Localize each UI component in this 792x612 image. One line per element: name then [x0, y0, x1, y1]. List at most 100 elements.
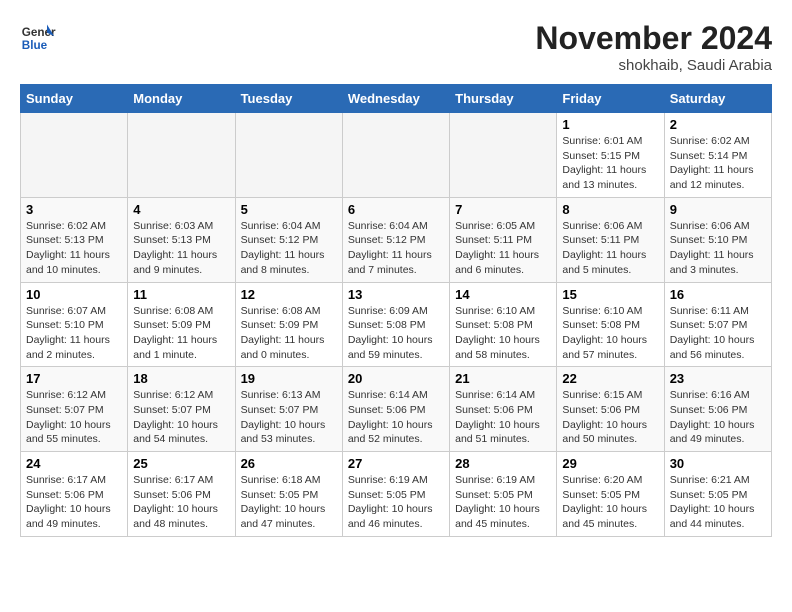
title-block: November 2024 shokhaib, Saudi Arabia: [535, 20, 772, 74]
calendar-cell: 23 Sunrise: 6:16 AM Sunset: 5:06 PM Dayli…: [664, 367, 771, 452]
day-info: Sunrise: 6:06 AM Sunset: 5:11 PM Dayligh…: [562, 219, 658, 278]
calendar-cell: 29Sunrise: 6:20 AM Sunset: 5:05 PM Dayli…: [557, 452, 664, 537]
calendar-cell: 18Sunrise: 6:12 AM Sunset: 5:07 PM Dayli…: [128, 367, 235, 452]
day-number: 23: [670, 371, 766, 386]
calendar-cell: [450, 113, 557, 198]
day-number: 28: [455, 456, 551, 471]
calendar-cell: 11 Sunrise: 6:08 AM Sunset: 5:09 PM Dayli…: [128, 282, 235, 367]
day-info: Sunrise: 6:04 AM Sunset: 5:12 PM Dayligh…: [348, 219, 444, 278]
calendar-cell: 28 Sunrise: 6:19 AM Sunset: 5:05 PM Dayli…: [450, 452, 557, 537]
day-number: 16: [670, 287, 766, 302]
day-number: 4: [133, 202, 229, 217]
calendar-cell: 13Sunrise: 6:09 AM Sunset: 5:08 PM Dayli…: [342, 282, 449, 367]
day-info: Sunrise: 6:08 AM Sunset: 5:09 PM Dayligh…: [241, 304, 337, 363]
calendar-cell: 9 Sunrise: 6:06 AM Sunset: 5:10 PM Daylig…: [664, 197, 771, 282]
day-number: 17: [26, 371, 122, 386]
day-info: Sunrise: 6:03 AM Sunset: 5:13 PM Dayligh…: [133, 219, 229, 278]
weekday-header-saturday: Saturday: [664, 85, 771, 113]
day-info: Sunrise: 6:16 AM Sunset: 5:06 PM Dayligh…: [670, 388, 766, 447]
day-number: 18: [133, 371, 229, 386]
day-number: 1: [562, 117, 658, 132]
day-number: 3: [26, 202, 122, 217]
calendar-cell: 8 Sunrise: 6:06 AM Sunset: 5:11 PM Daylig…: [557, 197, 664, 282]
calendar-cell: 17Sunrise: 6:12 AM Sunset: 5:07 PM Dayli…: [21, 367, 128, 452]
calendar-cell: [128, 113, 235, 198]
calendar-week-4: 17Sunrise: 6:12 AM Sunset: 5:07 PM Dayli…: [21, 367, 772, 452]
calendar-cell: 21 Sunrise: 6:14 AM Sunset: 5:06 PM Dayli…: [450, 367, 557, 452]
day-info: Sunrise: 6:13 AM Sunset: 5:07 PM Dayligh…: [241, 388, 337, 447]
calendar-cell: [342, 113, 449, 198]
calendar-cell: 20 Sunrise: 6:14 AM Sunset: 5:06 PM Dayli…: [342, 367, 449, 452]
day-number: 15: [562, 287, 658, 302]
calendar-cell: 3 Sunrise: 6:02 AM Sunset: 5:13 PM Daylig…: [21, 197, 128, 282]
calendar-cell: 19 Sunrise: 6:13 AM Sunset: 5:07 PM Dayli…: [235, 367, 342, 452]
day-info: Sunrise: 6:19 AM Sunset: 5:05 PM Dayligh…: [455, 473, 551, 532]
day-number: 25: [133, 456, 229, 471]
day-info: Sunrise: 6:04 AM Sunset: 5:12 PM Dayligh…: [241, 219, 337, 278]
calendar-cell: 4 Sunrise: 6:03 AM Sunset: 5:13 PM Daylig…: [128, 197, 235, 282]
day-info: Sunrise: 6:14 AM Sunset: 5:06 PM Dayligh…: [348, 388, 444, 447]
day-number: 5: [241, 202, 337, 217]
calendar-cell: 1 Sunrise: 6:01 AM Sunset: 5:15 PM Daylig…: [557, 113, 664, 198]
calendar-cell: [21, 113, 128, 198]
calendar-cell: 22Sunrise: 6:15 AM Sunset: 5:06 PM Dayli…: [557, 367, 664, 452]
calendar-cell: 14 Sunrise: 6:10 AM Sunset: 5:08 PM Dayli…: [450, 282, 557, 367]
day-info: Sunrise: 6:09 AM Sunset: 5:08 PM Dayligh…: [348, 304, 444, 363]
page-header: General Blue November 2024 shokhaib, Sau…: [20, 20, 772, 74]
day-info: Sunrise: 6:08 AM Sunset: 5:09 PM Dayligh…: [133, 304, 229, 363]
logo: General Blue: [20, 20, 56, 56]
calendar-header-row: SundayMondayTuesdayWednesdayThursdayFrid…: [21, 85, 772, 113]
day-number: 7: [455, 202, 551, 217]
day-number: 19: [241, 371, 337, 386]
day-info: Sunrise: 6:21 AM Sunset: 5:05 PM Dayligh…: [670, 473, 766, 532]
day-number: 10: [26, 287, 122, 302]
day-number: 30: [670, 456, 766, 471]
day-number: 26: [241, 456, 337, 471]
day-info: Sunrise: 6:14 AM Sunset: 5:06 PM Dayligh…: [455, 388, 551, 447]
day-number: 20: [348, 371, 444, 386]
day-info: Sunrise: 6:05 AM Sunset: 5:11 PM Dayligh…: [455, 219, 551, 278]
day-number: 21: [455, 371, 551, 386]
calendar-cell: 6 Sunrise: 6:04 AM Sunset: 5:12 PM Daylig…: [342, 197, 449, 282]
day-info: Sunrise: 6:10 AM Sunset: 5:08 PM Dayligh…: [562, 304, 658, 363]
weekday-header-wednesday: Wednesday: [342, 85, 449, 113]
calendar-week-2: 3 Sunrise: 6:02 AM Sunset: 5:13 PM Daylig…: [21, 197, 772, 282]
calendar-cell: 16 Sunrise: 6:11 AM Sunset: 5:07 PM Dayli…: [664, 282, 771, 367]
day-number: 8: [562, 202, 658, 217]
day-info: Sunrise: 6:01 AM Sunset: 5:15 PM Dayligh…: [562, 134, 658, 193]
day-number: 14: [455, 287, 551, 302]
calendar-cell: 24 Sunrise: 6:17 AM Sunset: 5:06 PM Dayli…: [21, 452, 128, 537]
day-info: Sunrise: 6:18 AM Sunset: 5:05 PM Dayligh…: [241, 473, 337, 532]
calendar-week-3: 10 Sunrise: 6:07 AM Sunset: 5:10 PM Dayli…: [21, 282, 772, 367]
weekday-header-sunday: Sunday: [21, 85, 128, 113]
day-number: 6: [348, 202, 444, 217]
calendar-table: SundayMondayTuesdayWednesdayThursdayFrid…: [20, 84, 772, 537]
day-info: Sunrise: 6:17 AM Sunset: 5:06 PM Dayligh…: [133, 473, 229, 532]
day-number: 9: [670, 202, 766, 217]
day-info: Sunrise: 6:10 AM Sunset: 5:08 PM Dayligh…: [455, 304, 551, 363]
calendar-cell: 15 Sunrise: 6:10 AM Sunset: 5:08 PM Dayli…: [557, 282, 664, 367]
calendar-week-5: 24 Sunrise: 6:17 AM Sunset: 5:06 PM Dayli…: [21, 452, 772, 537]
day-number: 24: [26, 456, 122, 471]
calendar-cell: [235, 113, 342, 198]
calendar-cell: 7 Sunrise: 6:05 AM Sunset: 5:11 PM Daylig…: [450, 197, 557, 282]
day-number: 27: [348, 456, 444, 471]
day-info: Sunrise: 6:11 AM Sunset: 5:07 PM Dayligh…: [670, 304, 766, 363]
calendar-cell: 5 Sunrise: 6:04 AM Sunset: 5:12 PM Daylig…: [235, 197, 342, 282]
day-number: 12: [241, 287, 337, 302]
day-info: Sunrise: 6:15 AM Sunset: 5:06 PM Dayligh…: [562, 388, 658, 447]
calendar-cell: 10 Sunrise: 6:07 AM Sunset: 5:10 PM Dayli…: [21, 282, 128, 367]
day-info: Sunrise: 6:02 AM Sunset: 5:14 PM Dayligh…: [670, 134, 766, 193]
day-info: Sunrise: 6:02 AM Sunset: 5:13 PM Dayligh…: [26, 219, 122, 278]
svg-text:Blue: Blue: [22, 39, 48, 52]
day-info: Sunrise: 6:07 AM Sunset: 5:10 PM Dayligh…: [26, 304, 122, 363]
day-number: 11: [133, 287, 229, 302]
calendar-cell: 25 Sunrise: 6:17 AM Sunset: 5:06 PM Dayli…: [128, 452, 235, 537]
day-info: Sunrise: 6:17 AM Sunset: 5:06 PM Dayligh…: [26, 473, 122, 532]
day-number: 29: [562, 456, 658, 471]
day-info: Sunrise: 6:06 AM Sunset: 5:10 PM Dayligh…: [670, 219, 766, 278]
weekday-header-monday: Monday: [128, 85, 235, 113]
calendar-cell: 27 Sunrise: 6:19 AM Sunset: 5:05 PM Dayli…: [342, 452, 449, 537]
weekday-header-friday: Friday: [557, 85, 664, 113]
day-info: Sunrise: 6:19 AM Sunset: 5:05 PM Dayligh…: [348, 473, 444, 532]
